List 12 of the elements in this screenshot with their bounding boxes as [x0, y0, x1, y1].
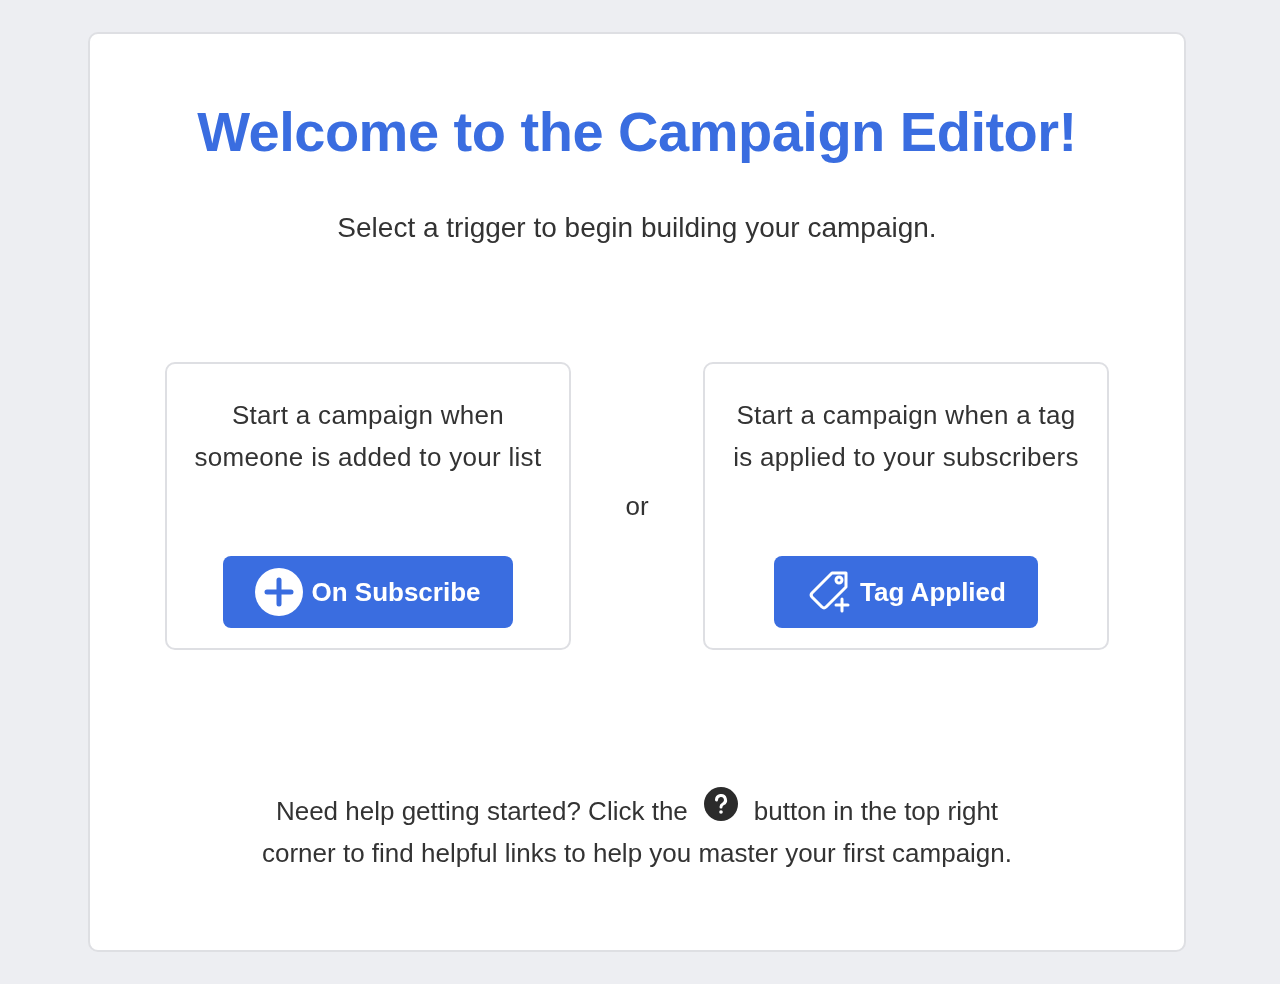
help-text: Need help getting started? Click the: [275, 795, 688, 828]
trigger-description: Start a campaign when a tag is applied to your subscribers: [732, 399, 1080, 474]
page-title: Welcome to the Campaign Editor!: [197, 99, 1077, 165]
separator-text: or: [624, 490, 650, 522]
trigger-button[interactable]: On Subscribe: [223, 556, 513, 628]
trigger-description: Start a campaign when someone is added to your list: [193, 399, 543, 474]
trigger-button[interactable]: Tag Applied: [774, 556, 1038, 628]
help-icon[interactable]: [703, 787, 738, 821]
plus-icon: [255, 568, 304, 616]
help-text: button in the top right: [753, 795, 999, 828]
subtitle: Select a trigger to begin building your campaign.: [337, 211, 937, 245]
help-text: corner to find helpful links to help you master your first campaign.: [262, 837, 1012, 870]
